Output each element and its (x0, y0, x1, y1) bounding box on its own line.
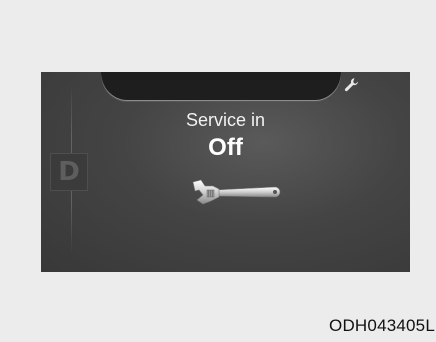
service-interval-value: Off (208, 134, 243, 161)
figure-code: ODH043405L (329, 316, 435, 335)
adjustable-wrench-icon (192, 179, 281, 205)
wrench-icon (344, 78, 358, 92)
top-status-bar (101, 72, 358, 100)
cluster-display: D Service in Off (41, 72, 410, 272)
service-interval-title: Service in (185, 110, 266, 130)
